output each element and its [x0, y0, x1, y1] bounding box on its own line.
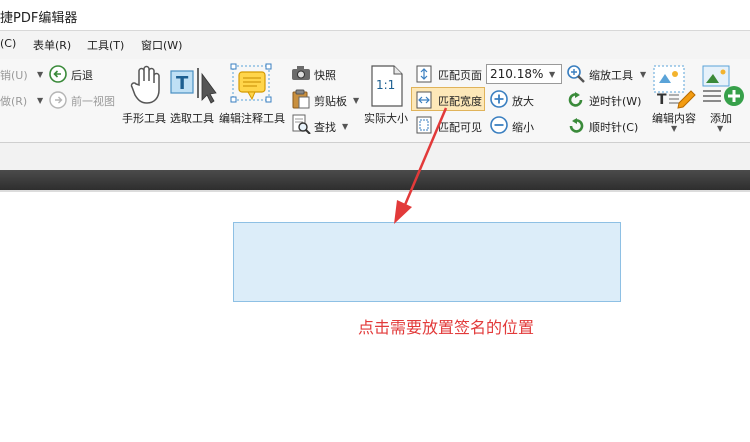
annotation-arrow-icon	[394, 107, 448, 224]
